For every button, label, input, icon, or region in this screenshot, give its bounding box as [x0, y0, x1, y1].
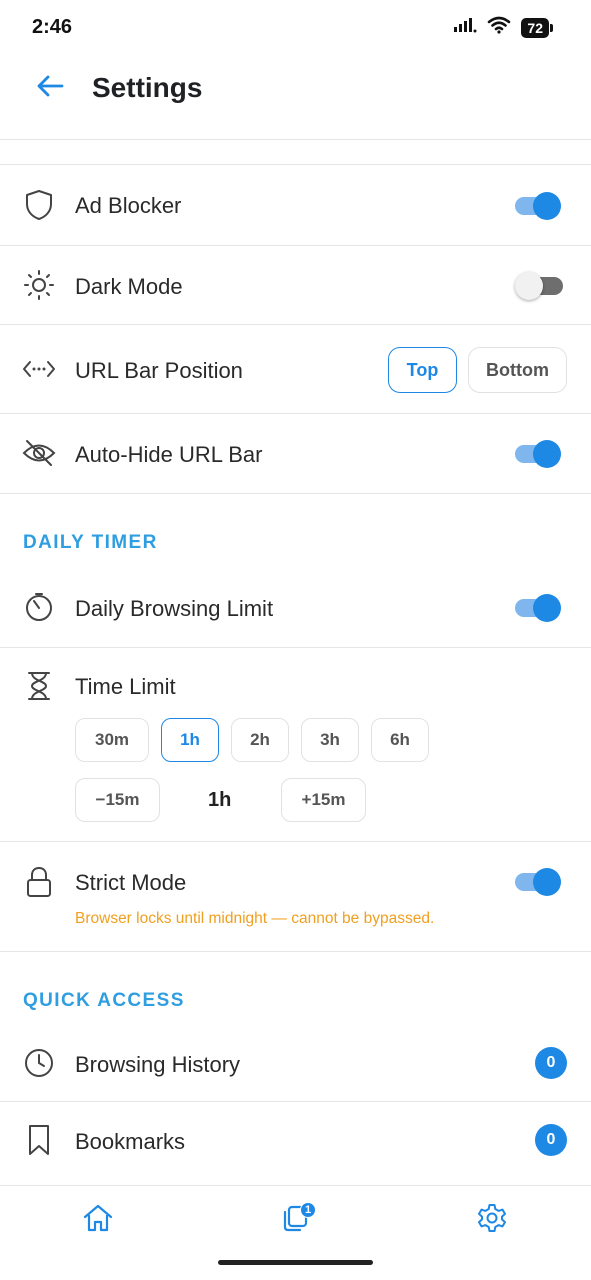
- code-arrows-icon: [22, 352, 56, 386]
- time-preset-6h[interactable]: 6h: [371, 718, 429, 762]
- auto-hide-url-bar-label: Auto-Hide URL Bar: [75, 442, 263, 467]
- arrow-left-icon: [36, 74, 64, 103]
- status-time: 2:46: [32, 16, 73, 38]
- url-bar-top-button[interactable]: Top: [388, 347, 457, 393]
- time-preset-3h[interactable]: 3h: [301, 718, 359, 762]
- divider: [0, 493, 591, 494]
- url-bar-position-row: URL Bar Position Top Bottom: [0, 325, 591, 413]
- browsing-history-count: 0: [535, 1047, 567, 1079]
- home-indicator: [218, 1260, 373, 1265]
- shield-icon: [22, 188, 56, 222]
- dark-mode-label: Dark Mode: [75, 274, 183, 299]
- tabs-nav-button[interactable]: 1: [270, 1200, 320, 1240]
- time-limit-label: Time Limit: [75, 674, 176, 699]
- sun-icon: [22, 268, 56, 302]
- increment-15m-button[interactable]: +15m: [281, 778, 366, 822]
- daily-timer-section-header: DAILY TIMER: [23, 532, 158, 553]
- home-nav-button[interactable]: [73, 1200, 123, 1240]
- status-icons: 72: [453, 16, 553, 39]
- signal-icon: [453, 16, 477, 39]
- strict-mode-row: Strict Mode Browser locks until midnight…: [0, 842, 591, 951]
- page-title: Settings: [92, 72, 203, 103]
- battery-level: 72: [521, 17, 549, 38]
- quick-access-section-header: QUICK ACCESS: [23, 990, 185, 1011]
- dark-mode-toggle[interactable]: [515, 271, 563, 300]
- time-preset-1h[interactable]: 1h: [161, 718, 219, 762]
- time-preset-30m[interactable]: 30m: [75, 718, 149, 762]
- tabs-count-badge: 1: [300, 1202, 316, 1218]
- bookmarks-label: Bookmarks: [75, 1129, 186, 1154]
- bookmarks-row[interactable]: Bookmarks 0: [0, 1102, 591, 1180]
- time-preset-2h[interactable]: 2h: [231, 718, 289, 762]
- app-header: Settings: [0, 56, 591, 120]
- auto-hide-url-bar-toggle[interactable]: [515, 439, 563, 468]
- gear-icon: [476, 1202, 508, 1239]
- browsing-history-row[interactable]: Browsing History 0: [0, 1024, 591, 1102]
- settings-nav-button[interactable]: [467, 1200, 517, 1240]
- strict-mode-label: Strict Mode: [75, 870, 187, 895]
- strict-mode-warning: Browser locks until midnight — cannot be…: [75, 910, 435, 927]
- ad-blocker-row: Ad Blocker: [0, 165, 591, 245]
- battery-icon: 72: [521, 17, 553, 38]
- decrement-15m-button[interactable]: −15m: [75, 778, 160, 822]
- divider: [0, 139, 591, 140]
- timer-icon: [22, 590, 56, 624]
- status-bar: 2:46 72: [0, 0, 591, 56]
- url-bar-bottom-button[interactable]: Bottom: [468, 347, 567, 393]
- bottom-nav: 1: [0, 1185, 591, 1280]
- daily-browsing-limit-row: Daily Browsing Limit: [0, 568, 591, 648]
- lock-icon: [22, 865, 56, 899]
- daily-browsing-limit-toggle[interactable]: [515, 593, 563, 622]
- auto-hide-url-bar-row: Auto-Hide URL Bar: [0, 414, 591, 493]
- clock-icon: [22, 1046, 56, 1080]
- back-button[interactable]: [30, 70, 70, 106]
- daily-browsing-limit-label: Daily Browsing Limit: [75, 596, 274, 621]
- divider: [0, 951, 591, 952]
- url-bar-position-label: URL Bar Position: [75, 358, 243, 383]
- eye-off-icon: [22, 436, 56, 470]
- strict-mode-toggle[interactable]: [515, 867, 563, 896]
- ad-blocker-toggle[interactable]: [515, 191, 563, 220]
- dark-mode-row: Dark Mode: [0, 246, 591, 324]
- bookmarks-count: 0: [535, 1124, 567, 1156]
- home-icon: [82, 1203, 114, 1238]
- browsing-history-label: Browsing History: [75, 1052, 241, 1077]
- time-limit-value: 1h: [208, 789, 232, 811]
- hourglass-icon: [22, 669, 56, 703]
- time-limit-row: Time Limit 30m 1h 2h 3h 6h −15m 1h +15m: [0, 648, 591, 841]
- ad-blocker-label: Ad Blocker: [75, 193, 182, 218]
- wifi-icon: [487, 16, 511, 39]
- bookmark-icon: [22, 1123, 56, 1157]
